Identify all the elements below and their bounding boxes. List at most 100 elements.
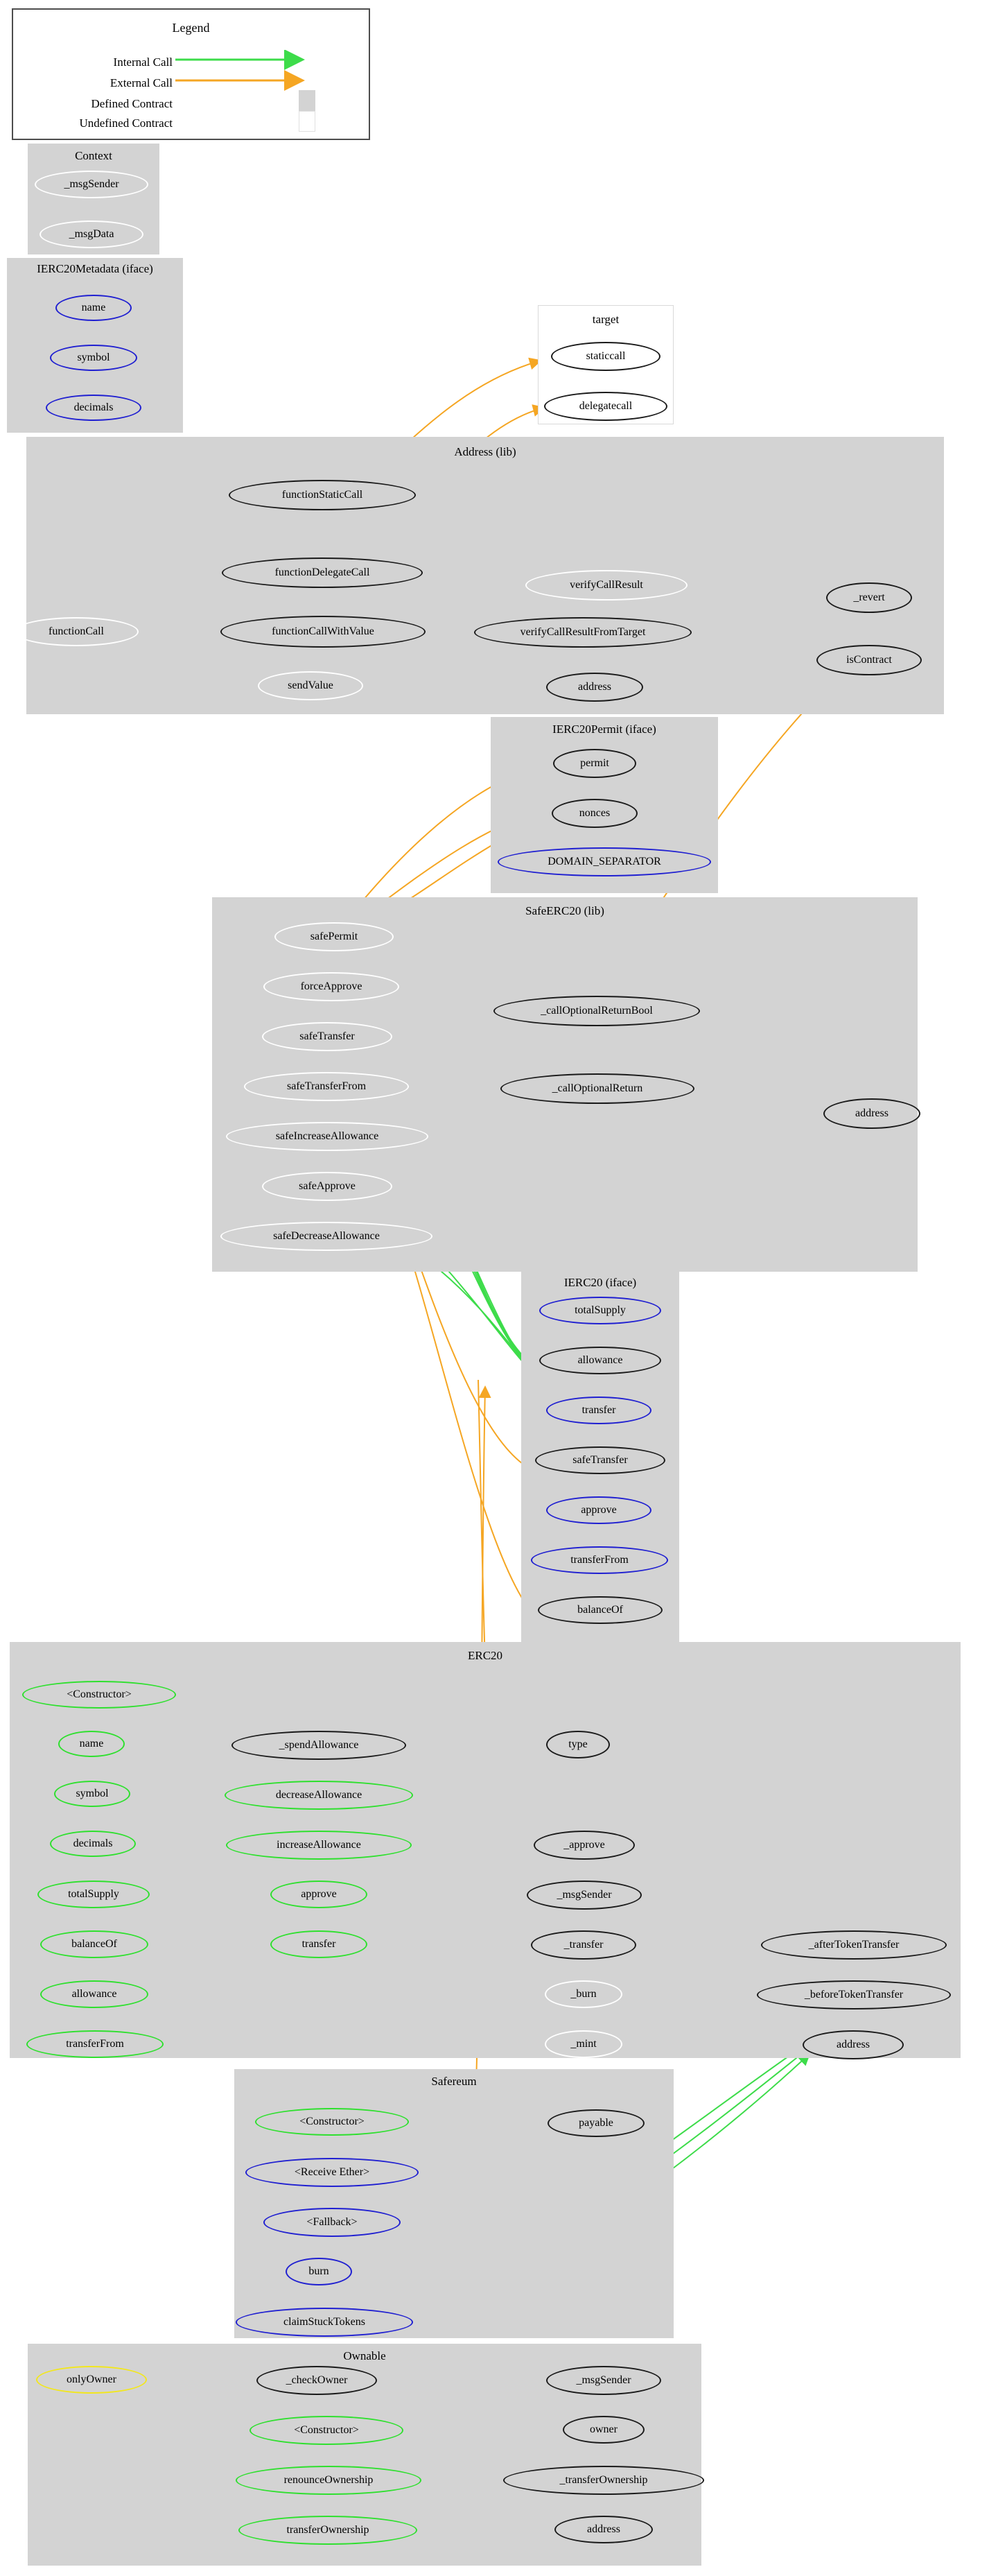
node-erc20-transfer-internal[interactable]: _transfer xyxy=(531,1930,636,1960)
node-erc20-transfer[interactable]: transfer xyxy=(270,1930,367,1958)
node-label: _msgData xyxy=(69,228,114,240)
node-safeerc20-safedecreaseallowance[interactable]: safeDecreaseAllowance xyxy=(220,1222,432,1251)
node-erc20-balanceof[interactable]: balanceOf xyxy=(40,1930,148,1958)
node-erc20-burn[interactable]: _burn xyxy=(545,1980,622,2008)
node-ownable-renounceownership[interactable]: renounceOwnership xyxy=(236,2466,421,2495)
node-label: _revert xyxy=(853,591,885,603)
node-label: _msgSender xyxy=(557,1889,612,1901)
node-context-msgdata[interactable]: _msgData xyxy=(40,221,143,248)
node-ierc20-totalsupply[interactable]: totalSupply xyxy=(539,1297,661,1324)
node-ierc20permit-domain-separator[interactable]: DOMAIN_SEPARATOR xyxy=(498,847,711,876)
node-ierc20-balanceof[interactable]: balanceOf xyxy=(538,1596,663,1624)
node-ierc20metadata-name[interactable]: name xyxy=(55,295,132,321)
node-ierc20permit-nonces[interactable]: nonces xyxy=(552,799,638,828)
node-ierc20-approve[interactable]: approve xyxy=(546,1496,651,1524)
node-safeerc20-calloptionalreturn[interactable]: _callOptionalReturn xyxy=(500,1073,694,1104)
node-ierc20-allowance[interactable]: allowance xyxy=(539,1347,661,1374)
node-erc20-msgsender[interactable]: _msgSender xyxy=(527,1881,642,1910)
node-address-functiondelegatecall[interactable]: functionDelegateCall xyxy=(222,557,423,588)
node-target-staticcall[interactable]: staticcall xyxy=(551,342,660,371)
node-address-verifycallresultfromtarget[interactable]: verifyCallResultFromTarget xyxy=(474,617,692,648)
node-erc20-approve[interactable]: approve xyxy=(270,1881,367,1908)
node-address-functionstaticcall[interactable]: functionStaticCall xyxy=(229,480,416,510)
node-safereum-constructor[interactable]: <Constructor> xyxy=(255,2108,409,2136)
node-label: safeTransfer xyxy=(299,1030,355,1042)
node-erc20-increaseallowance[interactable]: increaseAllowance xyxy=(226,1831,412,1860)
node-ierc20-safetransfer[interactable]: safeTransfer xyxy=(535,1446,665,1474)
node-label: _msgSender xyxy=(576,2374,631,2386)
node-erc20-beforetokentransfer[interactable]: _beforeTokenTransfer xyxy=(757,1980,951,2009)
node-label: increaseAllowance xyxy=(277,1839,361,1851)
node-safeerc20-safetransfer[interactable]: safeTransfer xyxy=(262,1022,392,1051)
node-ownable-constructor[interactable]: <Constructor> xyxy=(250,2416,403,2445)
node-safeerc20-safetransferfrom[interactable]: safeTransferFrom xyxy=(244,1072,409,1101)
node-address-functioncall[interactable]: functionCall xyxy=(14,617,139,646)
node-address-address[interactable]: address xyxy=(546,673,643,702)
node-erc20-mint[interactable]: _mint xyxy=(545,2030,622,2058)
node-ownable-address[interactable]: address xyxy=(554,2516,653,2543)
node-ownable-onlyowner[interactable]: onlyOwner xyxy=(36,2366,147,2394)
node-ierc20metadata-decimals[interactable]: decimals xyxy=(46,395,141,421)
node-label: approve xyxy=(581,1504,617,1516)
node-address-iscontract[interactable]: isContract xyxy=(816,645,922,675)
node-ownable-checkowner[interactable]: _checkOwner xyxy=(256,2366,377,2395)
node-erc20-spendallowance[interactable]: _spendAllowance xyxy=(231,1731,406,1760)
node-target-delegatecall[interactable]: delegatecall xyxy=(544,392,667,421)
node-ownable-owner[interactable]: owner xyxy=(563,2416,645,2444)
node-label: allowance xyxy=(71,1988,117,2000)
node-label: _afterTokenTransfer xyxy=(808,1939,900,1951)
node-address-verifycallresult[interactable]: verifyCallResult xyxy=(525,570,688,600)
node-safeerc20-safepermit[interactable]: safePermit xyxy=(274,922,394,951)
node-label: symbol xyxy=(77,352,110,363)
legend-box: Legend Internal Call External Call Defin… xyxy=(12,8,370,140)
node-ierc20metadata-symbol[interactable]: symbol xyxy=(50,345,137,371)
node-safereum-payable[interactable]: payable xyxy=(548,2109,645,2137)
node-safeerc20-safeapprove[interactable]: safeApprove xyxy=(262,1172,392,1201)
node-ownable-transferownership[interactable]: transferOwnership xyxy=(238,2516,417,2545)
node-label: onlyOwner xyxy=(67,2374,116,2385)
node-erc20-name[interactable]: name xyxy=(58,1731,125,1757)
node-safeerc20-forceapprove[interactable]: forceApprove xyxy=(263,972,399,1001)
node-erc20-aftertokentransfer[interactable]: _afterTokenTransfer xyxy=(761,1930,947,1960)
node-label: DOMAIN_SEPARATOR xyxy=(548,856,661,867)
node-label: safeIncreaseAllowance xyxy=(275,1130,379,1142)
node-erc20-constructor[interactable]: <Constructor> xyxy=(22,1681,176,1709)
node-erc20-decreaseallowance[interactable]: decreaseAllowance xyxy=(225,1781,413,1810)
legend-label-undefined-contract: Undefined Contract xyxy=(79,116,173,130)
node-ierc20-transfer[interactable]: transfer xyxy=(546,1397,651,1424)
node-erc20-decimals[interactable]: decimals xyxy=(50,1831,136,1857)
cluster-title-ownable: Ownable xyxy=(343,2349,386,2362)
node-label: address xyxy=(855,1107,889,1119)
node-context-msgsender[interactable]: _msgSender xyxy=(35,171,148,198)
node-safereum-receive-ether[interactable]: <Receive Ether> xyxy=(245,2158,419,2187)
node-safeerc20-address[interactable]: address xyxy=(823,1098,920,1129)
node-erc20-address[interactable]: address xyxy=(803,2030,904,2059)
node-label: functionStaticCall xyxy=(281,489,363,501)
node-ownable-msgsender[interactable]: _msgSender xyxy=(546,2366,661,2395)
node-ierc20-transferfrom[interactable]: transferFrom xyxy=(531,1546,668,1574)
node-safeerc20-safeincreaseallowance[interactable]: safeIncreaseAllowance xyxy=(226,1122,428,1151)
node-erc20-approve-internal[interactable]: _approve xyxy=(534,1831,635,1860)
node-label: <Constructor> xyxy=(294,2424,359,2436)
node-address-functioncallwithvalue[interactable]: functionCallWithValue xyxy=(220,616,426,648)
node-erc20-totalsupply[interactable]: totalSupply xyxy=(37,1881,150,1908)
node-safeerc20-calloptionalreturnbool[interactable]: _callOptionalReturnBool xyxy=(493,996,700,1026)
node-label: allowance xyxy=(577,1354,623,1366)
node-ierc20permit-permit[interactable]: permit xyxy=(553,749,636,778)
node-safereum-fallback[interactable]: <Fallback> xyxy=(263,2208,401,2237)
node-ownable-transferownership-internal[interactable]: _transferOwnership xyxy=(503,2466,704,2495)
node-label: owner xyxy=(590,2423,618,2435)
node-label: _mint xyxy=(570,2038,597,2050)
node-safereum-burn[interactable]: burn xyxy=(286,2258,352,2285)
node-label: isContract xyxy=(846,654,892,666)
node-address-sendvalue[interactable]: sendValue xyxy=(258,671,363,700)
node-label: sendValue xyxy=(288,680,333,691)
node-erc20-type[interactable]: type xyxy=(546,1731,610,1758)
node-address-revert[interactable]: _revert xyxy=(826,582,912,613)
node-label: safeApprove xyxy=(299,1180,356,1192)
node-label: balanceOf xyxy=(577,1604,623,1616)
node-erc20-symbol[interactable]: symbol xyxy=(54,1781,130,1807)
node-safereum-claimstucktokens[interactable]: claimStuckTokens xyxy=(236,2308,413,2337)
node-erc20-transferfrom[interactable]: transferFrom xyxy=(26,2030,164,2058)
node-erc20-allowance[interactable]: allowance xyxy=(40,1980,148,2008)
